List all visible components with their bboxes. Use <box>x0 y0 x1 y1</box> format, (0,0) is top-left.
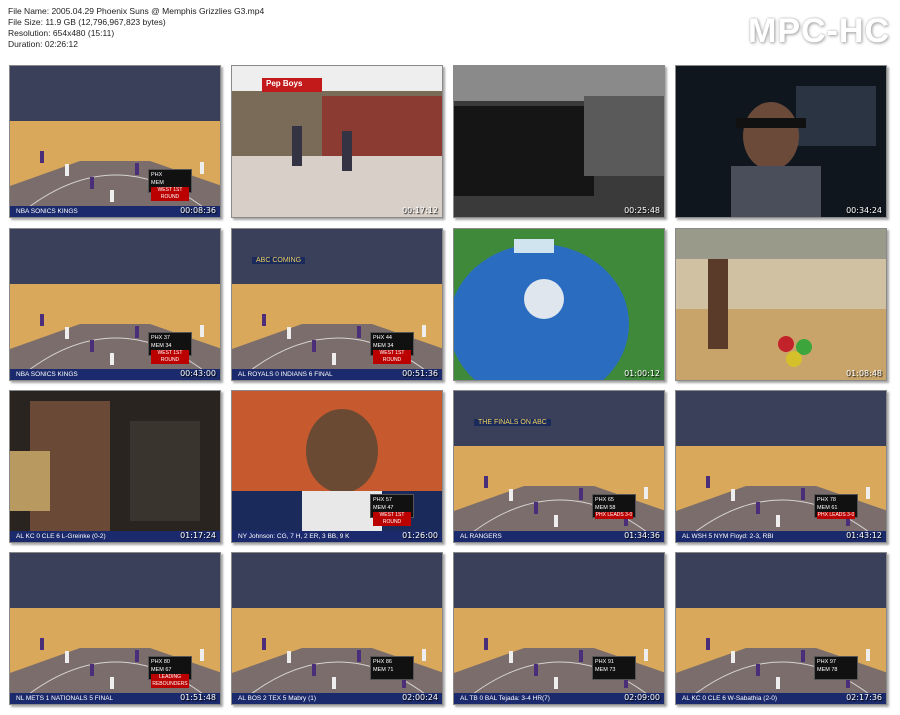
score-row: MEM 34 <box>373 343 394 349</box>
thumbnail-image <box>454 229 664 380</box>
video-thumbnail[interactable]: 00:34:24 <box>675 65 887 218</box>
timestamp: 01:08:48 <box>846 369 882 378</box>
score-row: PHX 44 <box>373 335 392 341</box>
score-row: MEM 34 <box>151 343 172 349</box>
thumbnail-image <box>10 553 220 704</box>
score-bug: PHX 65 MEM 58 PHX LEADS 3-0 <box>592 494 636 519</box>
store-sign: Pep Boys <box>266 79 303 88</box>
score-row: PHX 80 <box>151 659 170 665</box>
score-row: MEM 47 <box>373 505 394 511</box>
thumbnail-image <box>454 66 664 217</box>
score-tag: PHX LEADS 3-0 <box>595 512 633 519</box>
arena-banner: THE FINALS ON ABC <box>474 419 551 426</box>
file-info: File Name: 2005.04.29 Phoenix Suns @ Mem… <box>8 6 264 50</box>
score-row: MEM 73 <box>595 667 616 673</box>
score-tag: WEST 1ST ROUND <box>373 512 411 526</box>
timestamp: 01:43:12 <box>846 531 882 540</box>
thumbnail-image <box>10 229 220 380</box>
timestamp: 01:51:48 <box>180 693 216 702</box>
resolution: Resolution: 654x480 (15:11) <box>8 28 115 38</box>
video-thumbnail[interactable]: ABC COMING PHX 44 MEM 34 WEST 1ST ROUND AL R… <box>231 228 443 381</box>
timestamp: 00:51:36 <box>402 369 438 378</box>
thumbnail-image <box>454 553 664 704</box>
score-bug: PHX 57 MEM 47 WEST 1ST ROUND <box>370 494 414 526</box>
video-thumbnail[interactable]: AL KC 0 CLE 6 L-Greinke (0-2) 01:17:24 <box>9 390 221 543</box>
timestamp: 02:17:36 <box>846 693 882 702</box>
file-name: File Name: 2005.04.29 Phoenix Suns @ Mem… <box>8 6 265 16</box>
thumbnail-image <box>232 391 442 542</box>
video-thumbnail[interactable]: PHX 37 MEM 34 WEST 1ST ROUND NBA SONICS KIN… <box>9 228 221 381</box>
timestamp: 02:09:00 <box>624 693 660 702</box>
score-bug: PHX 78 MEM 61 PHX LEADS 3-0 <box>814 494 858 519</box>
score-tag: WEST 1ST ROUND <box>151 187 189 201</box>
score-row: MEM <box>151 180 164 186</box>
score-row: MEM 58 <box>595 505 616 511</box>
score-bug: PHX 44 MEM 34 WEST 1ST ROUND <box>370 332 414 364</box>
score-row: PHX 97 <box>817 659 836 665</box>
thumbnail-image <box>676 391 886 542</box>
thumbnail-image <box>232 553 442 704</box>
timestamp: 02:00:24 <box>402 693 438 702</box>
timestamp: 00:08:36 <box>180 206 216 215</box>
video-thumbnail[interactable]: 01:00:12 <box>453 228 665 381</box>
thumbnail-image <box>676 229 886 380</box>
thumbnail-image <box>676 553 886 704</box>
score-row: PHX 78 <box>817 497 836 503</box>
score-tag: PHX LEADS 3-0 <box>817 512 855 519</box>
timestamp: 00:25:48 <box>624 206 660 215</box>
score-row: MEM 78 <box>817 667 838 673</box>
arena-banner: ABC COMING <box>252 257 306 264</box>
thumbnail-image <box>232 229 442 380</box>
video-thumbnail[interactable]: PHX 97 MEM 78 AL KC 0 CLE 6 W-Sabathia (2-… <box>675 552 887 705</box>
score-row: PHX 65 <box>595 497 614 503</box>
score-row: MEM 61 <box>817 505 838 511</box>
video-thumbnail[interactable]: THE FINALS ON ABC PHX 65 MEM 58 PHX LEADS 3… <box>453 390 665 543</box>
timestamp: 01:00:12 <box>624 369 660 378</box>
timestamp: 01:17:24 <box>180 531 216 540</box>
score-row: PHX <box>151 172 163 178</box>
video-thumbnail[interactable]: Pep Boys 00:17:12 <box>231 65 443 218</box>
file-size: File Size: 11.9 GB (12,796,967,823 bytes… <box>8 17 166 27</box>
timestamp: 00:43:00 <box>180 369 216 378</box>
score-row: MEM 71 <box>373 667 394 673</box>
video-thumbnail[interactable]: PHX 57 MEM 47 WEST 1ST ROUND NY Johnson: CG… <box>231 390 443 543</box>
score-tag: LEADING REBOUNDERS <box>151 674 189 688</box>
duration: Duration: 02:26:12 <box>8 39 78 49</box>
score-bug: PHX 37 MEM 34 WEST 1ST ROUND <box>148 332 192 364</box>
score-tag: WEST 1ST ROUND <box>373 350 411 364</box>
score-row: MEM 67 <box>151 667 172 673</box>
thumbnail-image <box>10 391 220 542</box>
brand-logo: MPC-HC <box>748 12 890 50</box>
timestamp: 01:26:00 <box>402 531 438 540</box>
thumbnail-image <box>232 66 442 217</box>
score-row: PHX 91 <box>595 659 614 665</box>
video-thumbnail[interactable]: 00:25:48 <box>453 65 665 218</box>
score-row: PHX 57 <box>373 497 392 503</box>
video-thumbnail[interactable]: PHX 80 MEM 67 LEADING REBOUNDERS NL METS 1 … <box>9 552 221 705</box>
score-bug: PHX 80 MEM 67 LEADING REBOUNDERS <box>148 656 192 688</box>
timestamp: 00:34:24 <box>846 206 882 215</box>
video-thumbnail[interactable]: PHX 86 MEM 71 AL BOS 2 TEX 5 Mabry (1) 02:0… <box>231 552 443 705</box>
score-row: PHX 37 <box>151 335 170 341</box>
score-tag: WEST 1ST ROUND <box>151 350 189 364</box>
timestamp: 01:34:36 <box>624 531 660 540</box>
video-thumbnail[interactable]: 01:08:48 <box>675 228 887 381</box>
thumbnail-image <box>10 66 220 217</box>
score-bug: PHX 91 MEM 73 <box>592 656 636 680</box>
timestamp: 00:17:12 <box>402 206 438 215</box>
video-thumbnail[interactable]: PHX 91 MEM 73 AL TB 0 BAL Tejada: 3-4 HR(7… <box>453 552 665 705</box>
thumbnail-image <box>454 391 664 542</box>
score-bug: PHX 97 MEM 78 <box>814 656 858 680</box>
video-thumbnail[interactable]: PHX MEM WEST 1ST ROUND NBA SONICS KINGS 00:0… <box>9 65 221 218</box>
video-thumbnail[interactable]: PHX 78 MEM 61 PHX LEADS 3-0 AL WSH 5 NYM Fl… <box>675 390 887 543</box>
thumbnail-image <box>676 66 886 217</box>
score-row: PHX 86 <box>373 659 392 665</box>
score-bug: PHX MEM WEST 1ST ROUND <box>148 169 192 201</box>
score-bug: PHX 86 MEM 71 <box>370 656 414 680</box>
